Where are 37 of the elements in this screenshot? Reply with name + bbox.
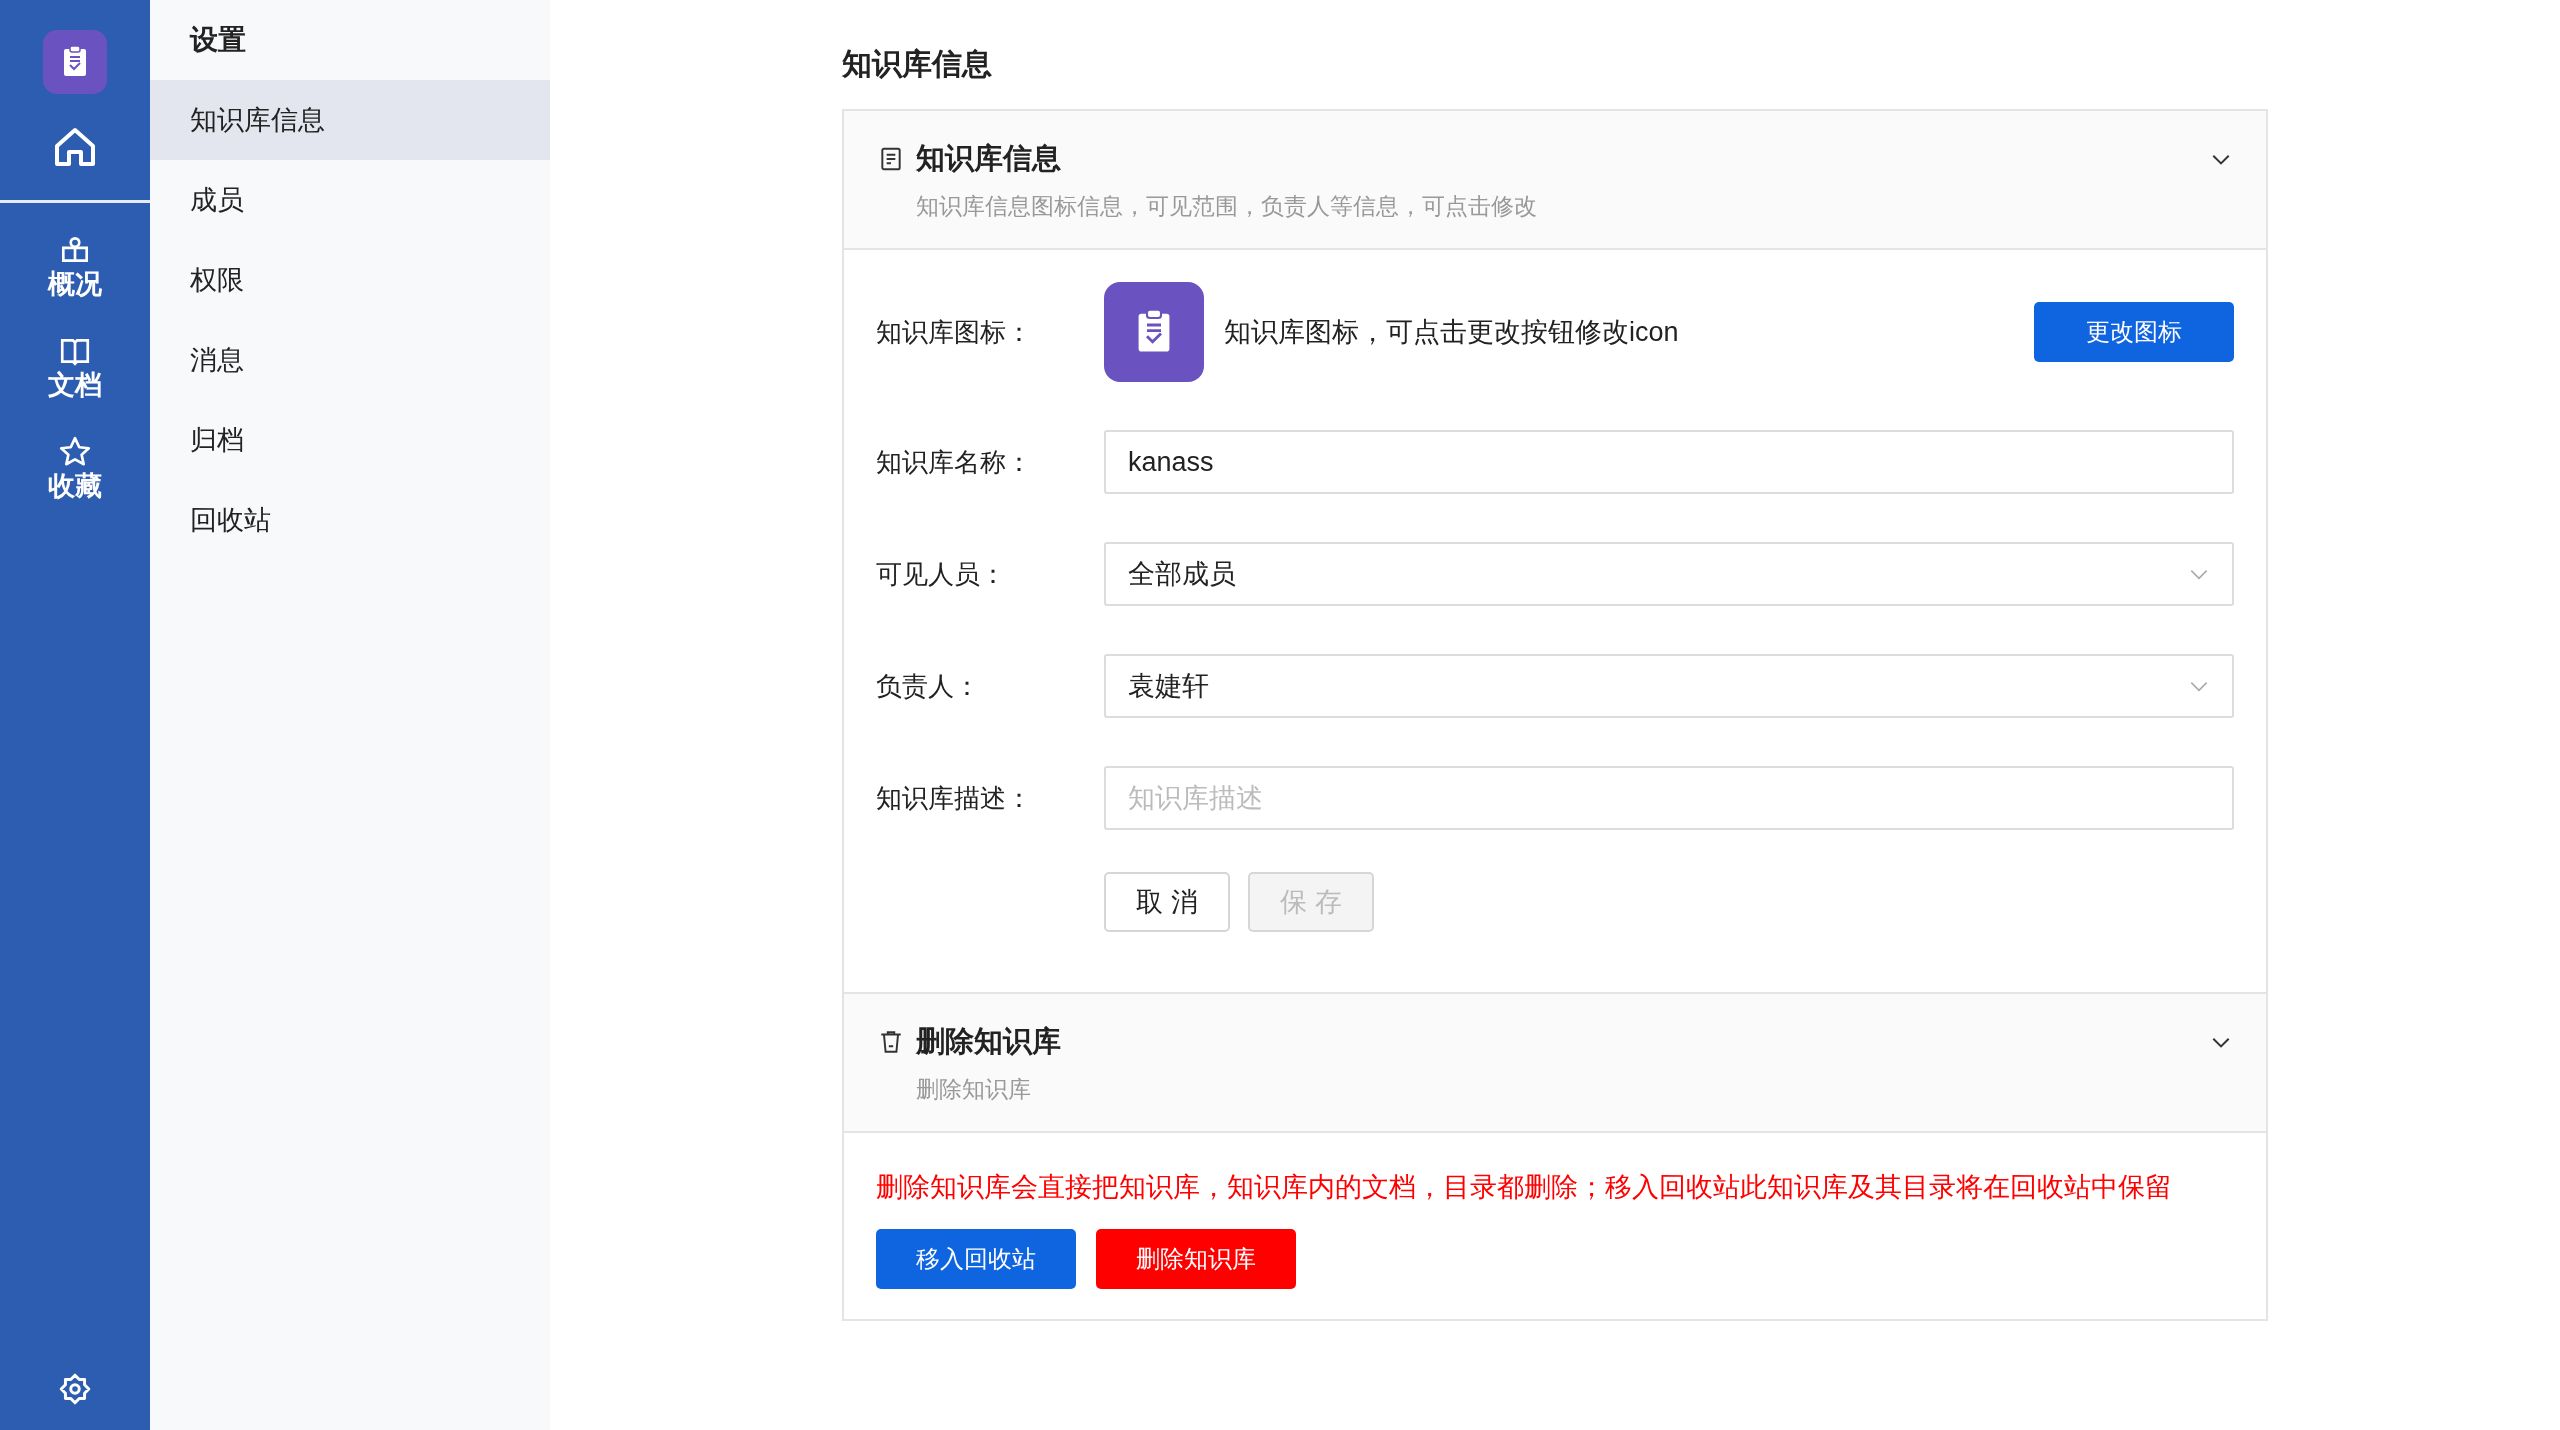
delete-button[interactable]: 删除知识库 [1096,1229,1296,1289]
sidebar-item[interactable]: 成员 [150,160,550,240]
rail-nav-item[interactable]: 概况 [48,233,102,303]
field-label: 可见人员： [876,557,1007,591]
settings-icon[interactable] [58,1372,92,1406]
icon-hint: 知识库图标，可点击更改按钮修改icon [1224,316,1679,349]
cancel-button[interactable]: 取 消 [1104,872,1230,932]
select-field[interactable]: 全部成员 [1104,542,2234,606]
section-title: 知识库信息 [916,141,1061,176]
sidebar-item[interactable]: 知识库信息 [150,80,550,160]
field-label: 知识库图标： [876,315,1033,349]
trash-icon [878,1029,904,1055]
field-label: 知识库描述： [876,781,1033,815]
sidebar-item[interactable]: 消息 [150,320,550,400]
section-subtitle: 删除知识库 [916,1075,1032,1104]
field-label: 负责人： [876,669,981,703]
document-icon [878,146,904,172]
field-label: 知识库名称： [876,445,1033,479]
page-title: 知识库信息 [842,46,993,82]
rail-nav-item[interactable]: 收藏 [48,435,102,505]
section-subtitle: 知识库信息图标信息，可见范围，负责人等信息，可点击修改 [916,192,1538,221]
sidebar-item[interactable]: 权限 [150,240,550,320]
sidebar-item[interactable]: 回收站 [150,480,550,560]
section-header[interactable]: 删除知识库 删除知识库 [844,992,2266,1133]
section-header[interactable]: 知识库信息 知识库信息图标信息，可见范围，负责人等信息，可点击修改 [844,111,2266,250]
rail-nav-item[interactable]: 文档 [48,334,102,404]
app-logo-icon[interactable] [43,30,107,94]
sidebar-item[interactable]: 归档 [150,400,550,480]
change-icon-button[interactable]: 更改图标 [2034,302,2234,362]
input-field[interactable]: 知识库描述 [1104,766,2234,830]
select-field[interactable]: 袁婕轩 [1104,654,2234,718]
input-field[interactable]: kanass [1104,430,2234,494]
warning-text: 删除知识库会直接把知识库，知识库内的文档，目录都删除；移入回收站此知识库及其目录将在回收站中保留 [876,1171,2173,1204]
clipboard-icon [1104,282,1204,382]
sidebar-title: 设置 [188,23,247,57]
recycle-button[interactable]: 移入回收站 [876,1229,1076,1289]
section-title: 删除知识库 [916,1024,1061,1059]
